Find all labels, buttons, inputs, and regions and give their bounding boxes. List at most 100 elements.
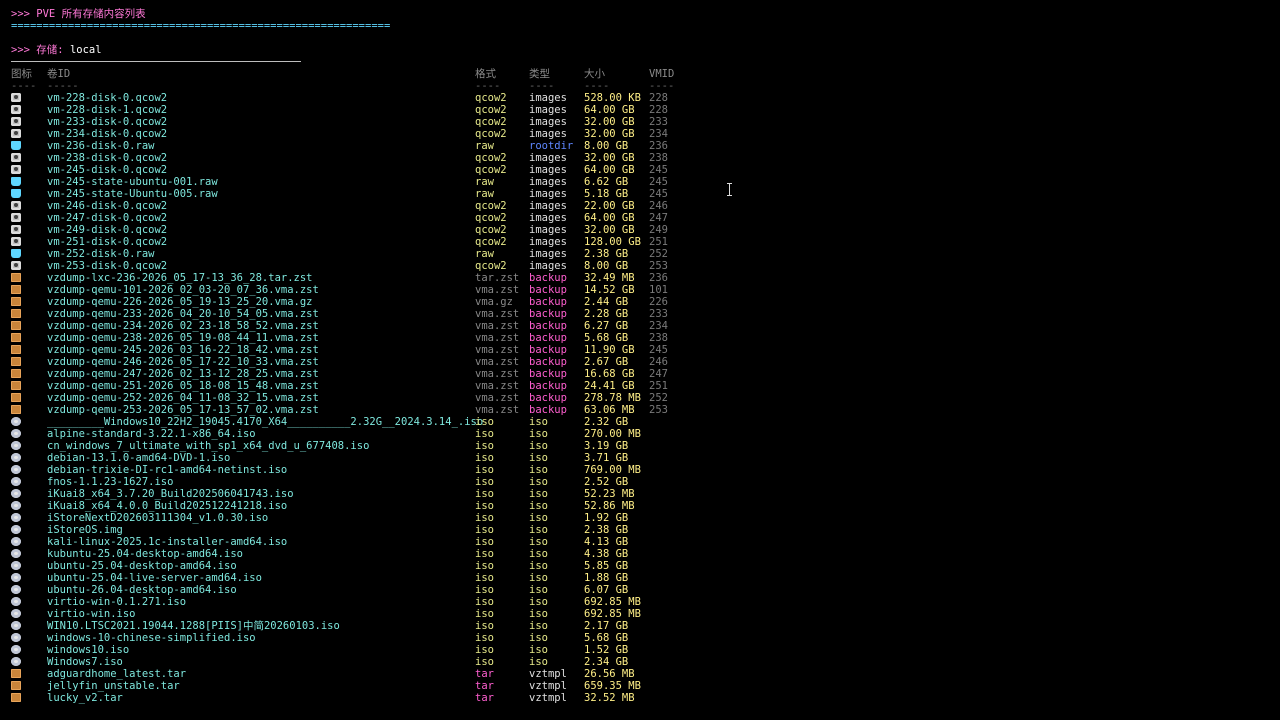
row-volume: vm-234-disk-0.qcow2 [47, 128, 168, 140]
row-vmid: 101 [649, 284, 668, 296]
cd-icon [11, 489, 21, 498]
row-type: rootdir [529, 140, 574, 152]
row-volume: windows10.iso [47, 644, 130, 656]
row-type: iso [529, 548, 548, 560]
row-format: iso [475, 440, 494, 452]
row-size: 64.00 GB [584, 212, 635, 224]
package-icon [11, 693, 21, 702]
row-format: iso [475, 620, 494, 632]
row-volume: vm-228-disk-0.qcow2 [47, 92, 168, 104]
row-icon-cell [11, 332, 39, 344]
row-vmid: 246 [649, 200, 668, 212]
row-vmid: 238 [649, 332, 668, 344]
row-vmid: 233 [649, 116, 668, 128]
row-icon-cell [11, 176, 39, 188]
row-size: 63.06 MB [584, 404, 635, 416]
row-icon-cell [11, 92, 39, 104]
row-format: iso [475, 536, 494, 548]
row-format: vma.zst [475, 332, 520, 344]
page-title: >>> PVE 所有存储内容列表 [11, 8, 146, 20]
table-row: WIN10.LTSC2021.19044.1288[PIIS]中简2026010… [11, 620, 1271, 632]
cd-icon [11, 537, 21, 546]
row-icon-cell [11, 620, 39, 632]
table-row: virtio-win.iso iso iso 692.85 MB [11, 608, 1271, 620]
storage-line: >>> 存储: local [11, 44, 1271, 56]
table-row: Windows7.iso iso iso 2.34 GB [11, 656, 1271, 668]
row-icon-cell [11, 560, 39, 572]
disk-icon [11, 225, 21, 234]
disk-icon [11, 105, 21, 114]
row-icon-cell [11, 452, 39, 464]
row-format: iso [475, 608, 494, 620]
table-row: vzdump-qemu-234-2026_02_23-18_58_52.vma.… [11, 320, 1271, 332]
row-type: backup [529, 344, 567, 356]
row-type: iso [529, 512, 548, 524]
row-size: 32.52 MB [584, 692, 635, 704]
cd-icon [11, 633, 21, 642]
table-row: fnos-1.1.23-1627.iso iso iso 2.52 GB [11, 476, 1271, 488]
table-row: debian-13.1.0-amd64-DVD-1.iso iso iso 3.71 … [11, 452, 1271, 464]
row-volume: ubuntu-26.04-desktop-amd64.iso [47, 584, 237, 596]
package-icon [11, 297, 21, 306]
row-icon-cell [11, 416, 39, 428]
row-icon-cell [11, 512, 39, 524]
row-vmid: 245 [649, 176, 668, 188]
table-row: vm-245-disk-0.qcow2 qcow2 images 64.00 GB 24… [11, 164, 1271, 176]
row-size: 2.67 GB [584, 356, 629, 368]
package-icon [11, 405, 21, 414]
row-volume: ubuntu-25.04-live-server-amd64.iso [47, 572, 262, 584]
table-row: iStoreNextD202603111304_v1.0.30.iso iso is… [11, 512, 1271, 524]
row-type: images [529, 104, 567, 116]
row-icon-cell [11, 188, 39, 200]
row-type: iso [529, 644, 548, 656]
table-row: _________Windows10_22H2_19045.4170_X64__… [11, 416, 1271, 428]
row-volume: Windows7.iso [47, 656, 123, 668]
table-row: alpine-standard-3.22.1-x86_64.iso iso iso 2… [11, 428, 1271, 440]
row-size: 2.28 GB [584, 308, 629, 320]
header-vmid: VMID [649, 68, 675, 80]
row-size: 2.32 GB [584, 416, 629, 428]
row-vmid: 247 [649, 212, 668, 224]
cd-icon [11, 645, 21, 654]
row-size: 64.00 GB [584, 104, 635, 116]
row-size: 278.78 MB [584, 392, 641, 404]
row-type: images [529, 212, 567, 224]
table-row: iKuai8_x64_3.7.20_Build202506041743.iso i… [11, 488, 1271, 500]
row-size: 659.35 MB [584, 680, 641, 692]
row-volume: adguardhome_latest.tar [47, 668, 187, 680]
header-format: 格式 [475, 68, 496, 80]
dash-size: ---- [584, 80, 610, 92]
row-vmid: 245 [649, 344, 668, 356]
row-type: iso [529, 416, 548, 428]
row-volume: alpine-standard-3.22.1-x86_64.iso [47, 428, 256, 440]
row-icon-cell [11, 428, 39, 440]
row-type: backup [529, 380, 567, 392]
row-type: iso [529, 656, 548, 668]
row-type: backup [529, 332, 567, 344]
row-format: qcow2 [475, 224, 507, 236]
row-size: 3.19 GB [584, 440, 629, 452]
row-type: images [529, 224, 567, 236]
row-size: 4.38 GB [584, 548, 629, 560]
row-format: vma.gz [475, 296, 513, 308]
row-volume: kali-linux-2025.1c-installer-amd64.iso [47, 536, 288, 548]
row-volume: vzdump-qemu-251-2026_05_18-08_15_48.vma.… [47, 380, 319, 392]
row-size: 2.52 GB [584, 476, 629, 488]
row-type: vztmpl [529, 668, 567, 680]
row-size: 2.44 GB [584, 296, 629, 308]
row-size: 128.00 GB [584, 236, 641, 248]
row-icon-cell [11, 260, 39, 272]
row-type: iso [529, 524, 548, 536]
row-icon-cell [11, 164, 39, 176]
table-row: vm-233-disk-0.qcow2 qcow2 images 32.00 GB 23… [11, 116, 1271, 128]
disk-icon [11, 237, 21, 246]
row-icon-cell [11, 692, 39, 704]
row-format: iso [475, 416, 494, 428]
row-icon-cell [11, 236, 39, 248]
row-size: 8.00 GB [584, 140, 629, 152]
header-size: 大小 [584, 68, 605, 80]
row-vmid: 249 [649, 224, 668, 236]
table-row: adguardhome_latest.tar tar vztmpl 26.56 MB [11, 668, 1271, 680]
row-format: vma.zst [475, 392, 520, 404]
row-type: iso [529, 608, 548, 620]
